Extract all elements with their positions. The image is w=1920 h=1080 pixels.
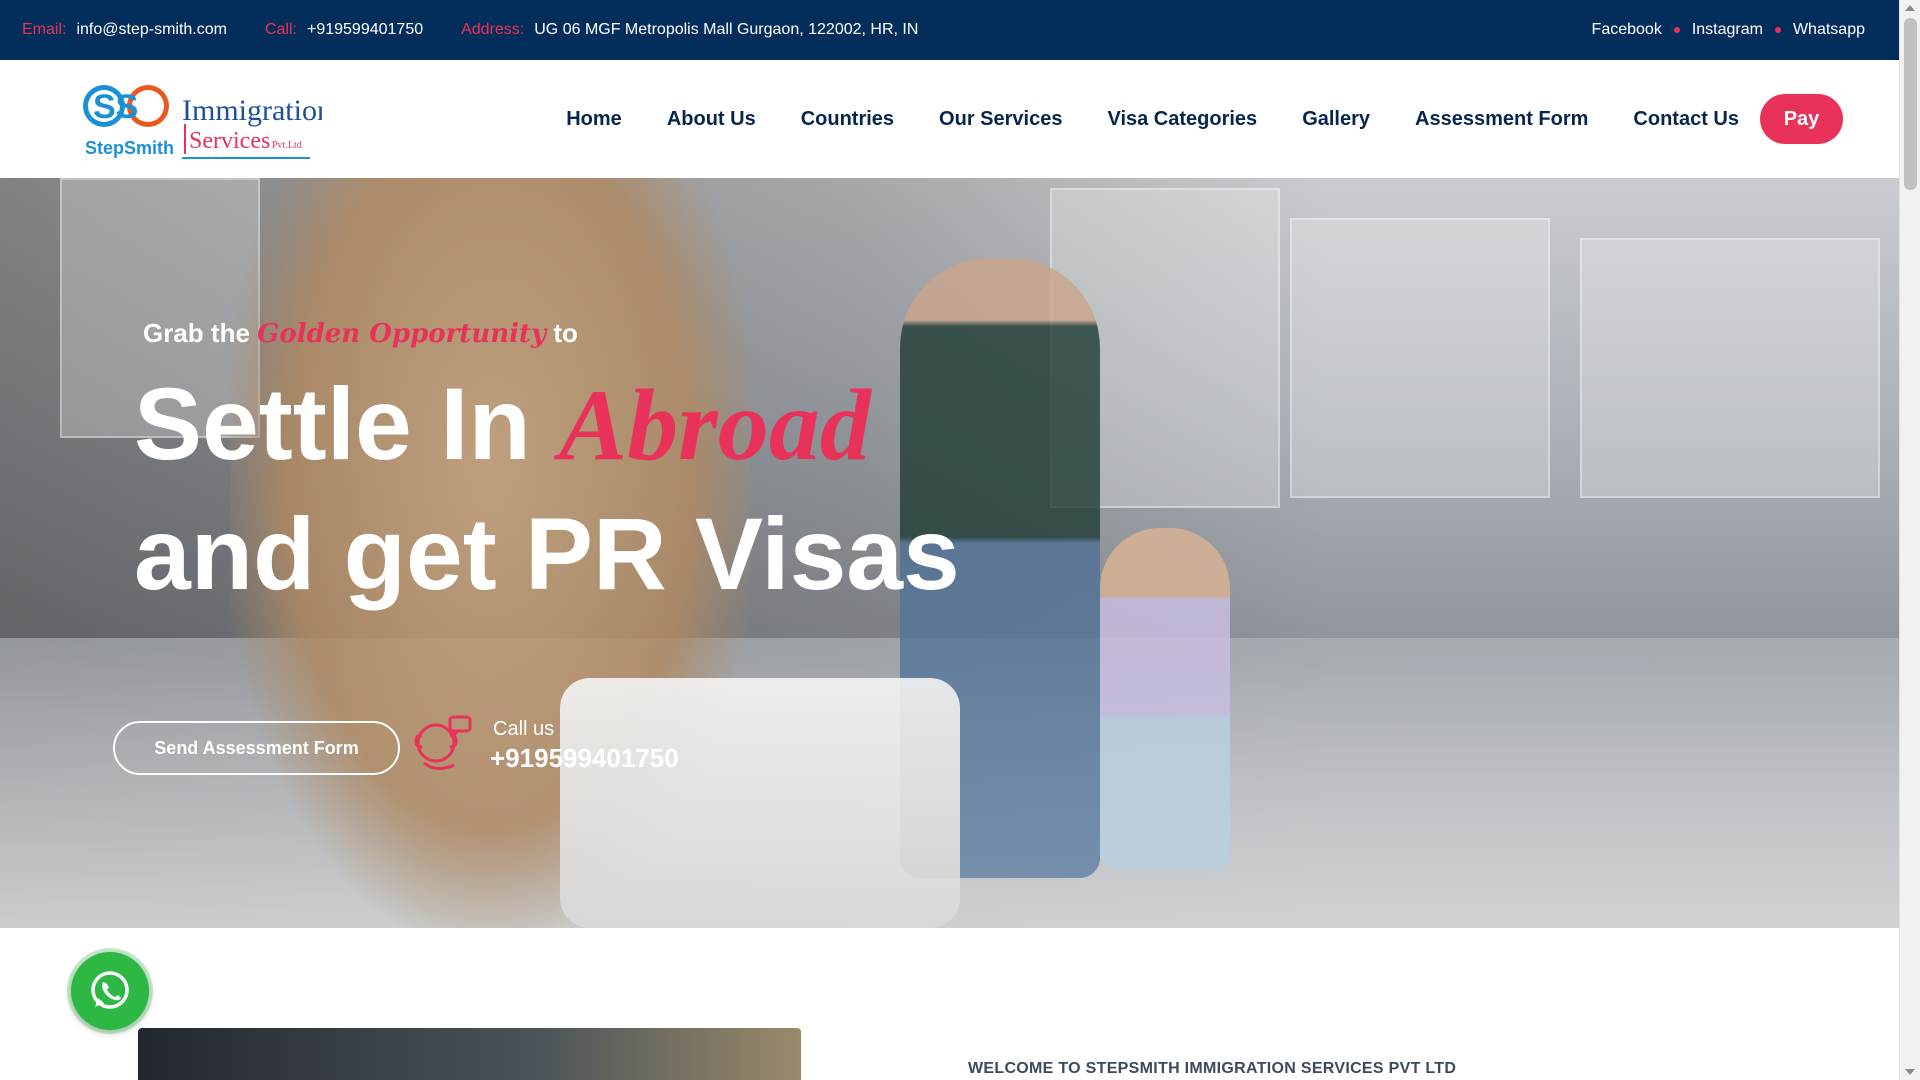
- heading-abroad: Abroad: [559, 369, 871, 482]
- send-assessment-form-button[interactable]: Send Assessment Form: [113, 721, 400, 775]
- call-us-number[interactable]: +919599401750: [490, 743, 679, 774]
- email-label: Email:: [22, 21, 67, 38]
- call-us-label: Call us: [493, 718, 555, 740]
- nav-our-services[interactable]: Our Services: [939, 108, 1062, 131]
- scroll-up-icon[interactable]: [1905, 5, 1915, 11]
- nav-gallery[interactable]: Gallery: [1302, 108, 1370, 131]
- heading-settle-in: Settle In: [134, 367, 531, 481]
- hero-suitcase: [560, 678, 960, 928]
- address-text: UG 06 MGF Metropolis Mall Gurgaon, 12200…: [534, 21, 919, 38]
- phone-link[interactable]: +919599401750: [307, 21, 423, 39]
- tagline-accent: Golden Opportunity: [257, 319, 547, 349]
- phone-support-icon: [414, 715, 472, 770]
- scroll-down-icon[interactable]: [1905, 1069, 1915, 1075]
- hero-tagline: Grab the Golden Opportunity to: [143, 318, 578, 349]
- email-link[interactable]: info@step-smith.com: [76, 21, 227, 39]
- social-links: Facebook Instagram Whatsapp: [1592, 0, 1865, 60]
- welcome-heading: WELCOME TO STEPSMITH IMMIGRATION SERVICE…: [968, 1060, 1457, 1077]
- hero-heading-line2: and get PR Visas: [134, 497, 960, 611]
- company-logo[interactable]: SS Immigration Services Pvt.Ltd StepSmit…: [82, 82, 322, 162]
- separator-dot: [1673, 27, 1680, 33]
- email-info: Email: info@step-smith.com: [22, 21, 227, 39]
- site-header: SS Immigration Services Pvt.Ltd StepSmit…: [0, 60, 1899, 178]
- scrollbar-thumb[interactable]: [1904, 18, 1917, 190]
- main-navigation: Home About Us Countries Our Services Vis…: [521, 60, 1843, 178]
- nav-visa-categories[interactable]: Visa Categories: [1107, 108, 1257, 131]
- logo-brand-name: StepSmith: [85, 138, 174, 158]
- background-window: [1580, 238, 1880, 498]
- tagline-post: to: [553, 318, 578, 348]
- whatsapp-icon: [91, 971, 129, 1009]
- instagram-link[interactable]: Instagram: [1692, 21, 1763, 39]
- page-scrollbar[interactable]: [1899, 0, 1920, 1080]
- nav-contact-us[interactable]: Contact Us: [1633, 108, 1739, 131]
- top-info-bar: Email: info@step-smith.com Call: +919599…: [0, 0, 1899, 60]
- separator-dot: [1774, 27, 1781, 33]
- contact-info: Email: info@step-smith.com Call: +919599…: [22, 0, 956, 60]
- facebook-link[interactable]: Facebook: [1592, 21, 1662, 39]
- tagline-pre: Grab the: [143, 318, 250, 348]
- whatsapp-floating-button[interactable]: [71, 952, 149, 1030]
- nav-countries[interactable]: Countries: [801, 108, 894, 131]
- hero-banner: Grab the Golden Opportunity to Settle In…: [0, 178, 1899, 928]
- hero-heading-line1: Settle In Abroad: [134, 368, 871, 482]
- logo-word-services: Services: [189, 128, 270, 154]
- nav-home[interactable]: Home: [566, 108, 622, 131]
- hero-girl-figure: [1100, 528, 1230, 868]
- about-image: [138, 1028, 801, 1080]
- nav-about-us[interactable]: About Us: [667, 108, 756, 131]
- nav-assessment-form[interactable]: Assessment Form: [1415, 108, 1588, 131]
- address-info: Address: UG 06 MGF Metropolis Mall Gurga…: [461, 21, 918, 39]
- logo-word-immigration: Immigration: [182, 94, 322, 127]
- phone-info: Call: +919599401750: [265, 21, 423, 39]
- pay-button[interactable]: Pay: [1760, 94, 1843, 144]
- logo-suffix: Pvt.Ltd: [272, 140, 302, 151]
- address-label: Address:: [461, 21, 525, 38]
- background-window: [1290, 218, 1550, 498]
- call-label: Call:: [264, 21, 297, 38]
- logo-monogram-1: SS: [93, 88, 138, 126]
- whatsapp-link[interactable]: Whatsapp: [1793, 21, 1865, 39]
